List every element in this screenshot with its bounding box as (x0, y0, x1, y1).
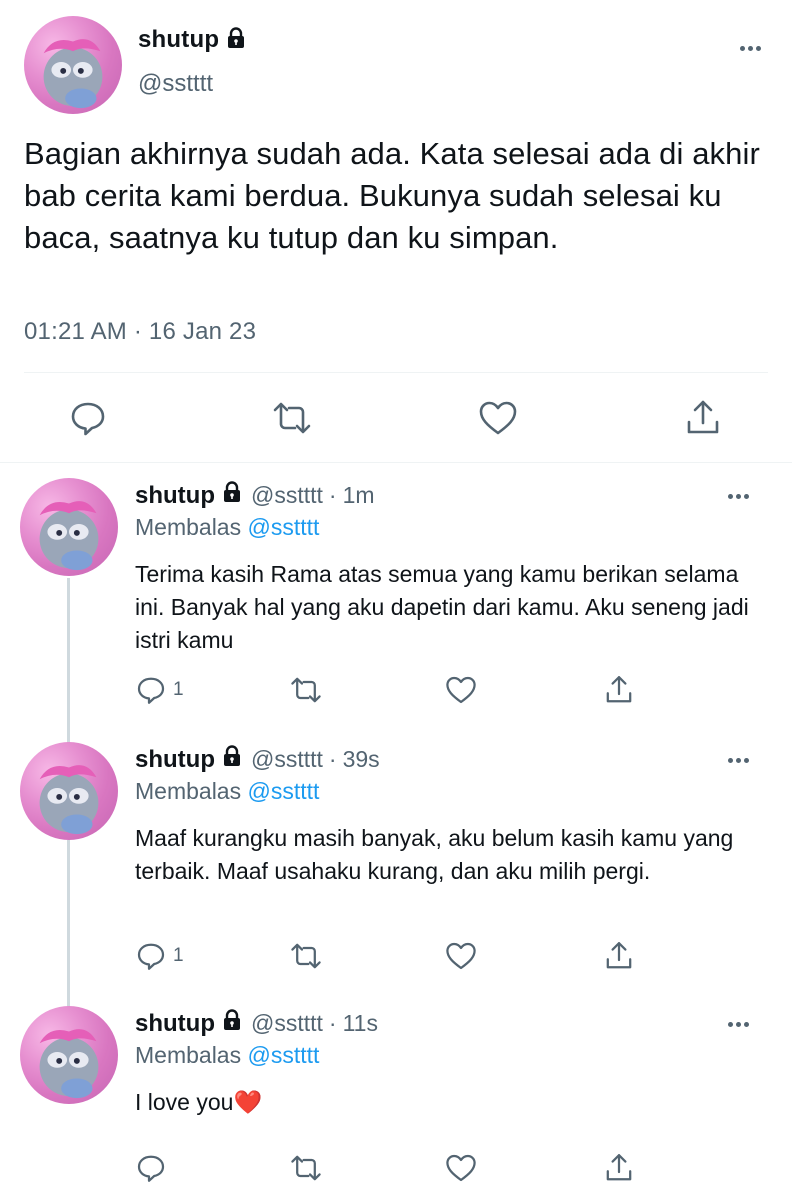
tweet-actions (0, 398, 792, 438)
author-name-row: shutup @sstttt · 1m (135, 481, 375, 510)
replying-to: Membalas @sstttt (135, 1042, 319, 1069)
retweet-button[interactable] (270, 398, 314, 438)
reply-icon (71, 402, 105, 436)
reply-tweet[interactable]: shutup @sstttt · 39s Membalas @sstttt Ma… (0, 742, 792, 992)
avatar-image (43, 39, 103, 109)
reply-text: Maaf kurangku masih banyak, aku belum ka… (135, 825, 734, 884)
author-handle[interactable]: @sstttt (251, 746, 323, 773)
separator-dot: · (328, 1010, 337, 1036)
share-button[interactable] (683, 398, 723, 438)
reply-time[interactable]: 39s (343, 746, 380, 773)
reply-button[interactable] (68, 398, 108, 438)
reply-time[interactable]: 1m (343, 482, 375, 509)
avatar-image (39, 765, 99, 835)
reply-button[interactable]: 1 (135, 674, 184, 706)
replying-to: Membalas @sstttt (135, 778, 319, 805)
like-button[interactable] (477, 398, 519, 438)
heart-icon (446, 1154, 476, 1182)
more-icon[interactable] (740, 46, 761, 51)
author-name[interactable]: shutup (135, 746, 215, 774)
avatar-image (39, 501, 99, 571)
reply-tweet[interactable]: shutup @sstttt · 1m Membalas @sstttt Ter… (0, 478, 792, 728)
share-icon (606, 942, 632, 969)
heart-icon (446, 676, 476, 704)
divider (24, 372, 768, 373)
author-handle[interactable]: @sstttt (138, 70, 213, 98)
author-name[interactable]: shutup (138, 26, 219, 54)
avatar[interactable] (20, 742, 118, 840)
more-icon[interactable] (728, 1022, 749, 1027)
divider (0, 462, 792, 463)
replying-label: Membalas (135, 514, 242, 540)
mention-link[interactable]: @sstttt (248, 778, 320, 804)
tweet-text: Bagian akhirnya sudah ada. Kata selesai … (24, 136, 760, 255)
reply-icon (137, 943, 165, 970)
author-name[interactable]: shutup (135, 482, 215, 510)
lock-icon (225, 26, 247, 54)
reply-count: 1 (173, 679, 184, 700)
reply-icon (137, 677, 165, 704)
retweet-button[interactable] (288, 940, 324, 972)
share-icon (606, 1154, 632, 1181)
retweet-icon (291, 1155, 321, 1181)
reply-actions: 1 (0, 674, 792, 710)
lock-icon (221, 1009, 243, 1036)
separator-dot: · (328, 746, 337, 772)
like-button[interactable] (444, 940, 478, 972)
reply-time[interactable]: 11s (343, 1010, 378, 1037)
avatar[interactable] (20, 478, 118, 576)
share-button[interactable] (603, 940, 635, 972)
reply-icon (137, 1155, 165, 1182)
tweet-timestamp[interactable]: 01:21 AM · 16 Jan 23 (24, 318, 256, 346)
retweet-button[interactable] (288, 674, 324, 706)
reply-actions: 1 (0, 940, 792, 976)
share-icon (606, 676, 632, 703)
author-name-row: shutup (138, 26, 247, 54)
tweet-thread-view: shutup @sstttt Bagian akhirnya sudah ada… (0, 0, 792, 1200)
share-icon (687, 400, 719, 434)
lock-icon (221, 481, 243, 508)
author-name[interactable]: shutup (135, 1010, 215, 1038)
reply-button[interactable] (135, 1152, 173, 1184)
share-button[interactable] (603, 674, 635, 706)
retweet-icon (273, 402, 311, 434)
more-icon[interactable] (728, 494, 749, 499)
heart-icon (479, 401, 517, 435)
lock-icon (221, 745, 243, 772)
retweet-button[interactable] (288, 1152, 324, 1184)
like-button[interactable] (444, 1152, 478, 1184)
replying-to: Membalas @sstttt (135, 514, 319, 541)
retweet-icon (291, 677, 321, 703)
share-button[interactable] (603, 1152, 635, 1184)
mention-link[interactable]: @sstttt (248, 514, 320, 540)
author-handle[interactable]: @sstttt (251, 482, 323, 509)
avatar[interactable] (24, 16, 122, 114)
author-name-row: shutup @sstttt · 39s (135, 745, 380, 774)
more-icon[interactable] (728, 758, 749, 763)
reply-button[interactable]: 1 (135, 940, 184, 972)
reply-tweet[interactable]: shutup @sstttt · 11s Membalas @sstttt I … (0, 1006, 792, 1200)
replying-label: Membalas (135, 1042, 242, 1068)
heart-icon (446, 942, 476, 970)
retweet-icon (291, 943, 321, 969)
like-button[interactable] (444, 674, 478, 706)
replying-label: Membalas (135, 778, 242, 804)
avatar[interactable] (20, 1006, 118, 1104)
reply-text: Terima kasih Rama atas semua yang kamu b… (135, 561, 749, 653)
mention-link[interactable]: @sstttt (248, 1042, 320, 1068)
avatar-image (39, 1029, 99, 1099)
reply-count: 1 (173, 945, 184, 966)
separator-dot: · (328, 482, 337, 508)
main-tweet: shutup @sstttt Bagian akhirnya sudah ada… (0, 0, 792, 463)
author-handle[interactable]: @sstttt (251, 1010, 323, 1037)
reply-text: I love you❤️ (135, 1089, 263, 1115)
reply-actions (0, 1152, 792, 1188)
author-name-row: shutup @sstttt · 11s (135, 1009, 378, 1038)
